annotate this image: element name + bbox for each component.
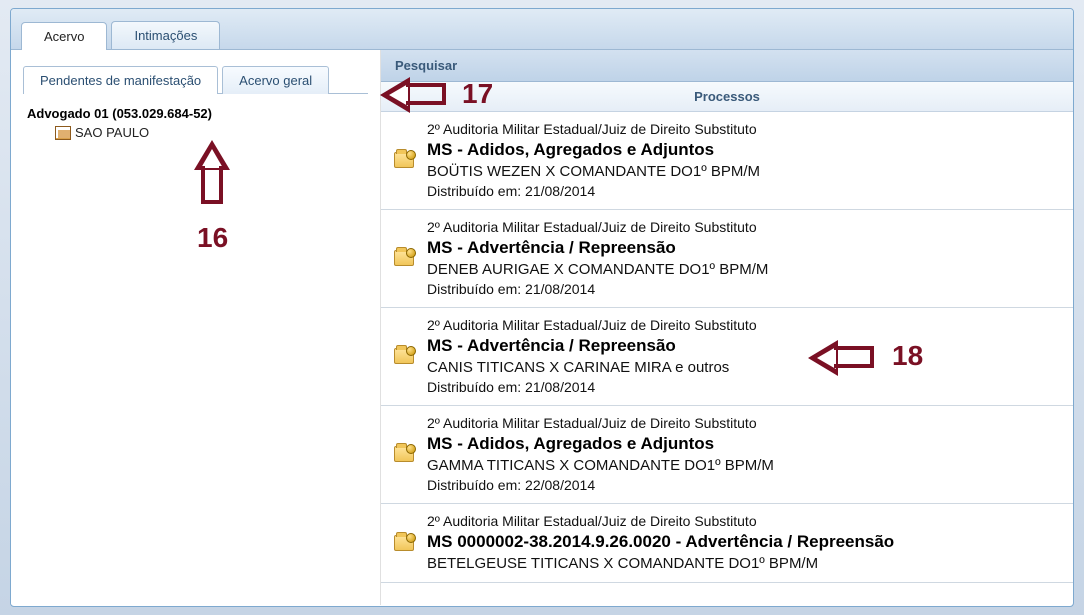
folder-icon [394,348,414,364]
table-row[interactable]: 2º Auditoria Militar Estadual/Juiz de Di… [381,406,1073,504]
row-audit: 2º Auditoria Militar Estadual/Juiz de Di… [427,120,1063,139]
tree-root-label: Advogado 01 (053.029.684-52) [27,106,212,121]
row-title: MS 0000002-38.2014.9.26.0020 - Advertênc… [427,531,1063,554]
row-icon-cell [391,414,417,495]
row-dist: Distribuído em: 22/08/2014 [427,476,1063,495]
tree-child-saopaulo[interactable]: SAO PAULO [27,123,364,142]
row-title: MS - Advertência / Repreensão [427,237,1063,260]
row-icon-cell [391,218,417,299]
annotation-label-18: 18 [892,340,923,372]
process-rows: 2º Auditoria Militar Estadual/Juiz de Di… [381,112,1073,605]
folder-icon [394,535,414,551]
row-text: 2º Auditoria Militar Estadual/Juiz de Di… [427,316,1063,397]
right-pane: Pesquisar Processos 2º Auditoria Militar… [381,50,1073,605]
subtab-pendentes-label: Pendentes de manifestação [40,73,201,88]
table-row[interactable]: 2º Auditoria Militar Estadual/Juiz de Di… [381,308,1073,406]
row-audit: 2º Auditoria Militar Estadual/Juiz de Di… [427,414,1063,433]
subtab-pendentes[interactable]: Pendentes de manifestação [23,66,218,94]
folder-icon [394,250,414,266]
row-parties: DENEB AURIGAE X COMANDANTE DO1º BPM/M [427,260,1063,280]
nav-tree: Advogado 01 (053.029.684-52) SAO PAULO [23,94,368,152]
row-parties: BOÜTIS WEZEN X COMANDANTE DO1º BPM/M [427,162,1063,182]
row-audit: 2º Auditoria Militar Estadual/Juiz de Di… [427,218,1063,237]
folder-icon [394,446,414,462]
tab-intimacoes[interactable]: Intimações [111,21,220,49]
row-parties: GAMMA TITICANS X COMANDANTE DO1º BPM/M [427,456,1063,476]
row-title: MS - Adidos, Agregados e Adjuntos [427,139,1063,162]
row-icon-cell [391,512,417,574]
sub-tab-bar: Pendentes de manifestação Acervo geral [23,65,368,94]
building-icon [55,126,71,140]
row-icon-cell [391,316,417,397]
row-text: 2º Auditoria Militar Estadual/Juiz de Di… [427,512,1063,574]
tab-acervo[interactable]: Acervo [21,22,107,50]
tree-root-advogado[interactable]: Advogado 01 (053.029.684-52) [27,104,364,123]
row-text: 2º Auditoria Militar Estadual/Juiz de Di… [427,414,1063,495]
tree-child-label: SAO PAULO [75,125,149,140]
table-row[interactable]: 2º Auditoria Militar Estadual/Juiz de Di… [381,210,1073,308]
tab-acervo-label: Acervo [44,29,84,44]
row-text: 2º Auditoria Militar Estadual/Juiz de Di… [427,218,1063,299]
table-row[interactable]: 2º Auditoria Militar Estadual/Juiz de Di… [381,112,1073,210]
primary-tab-bar: Acervo Intimações [11,9,1073,50]
app-body: Pendentes de manifestação Acervo geral A… [11,50,1073,605]
row-text: 2º Auditoria Militar Estadual/Juiz de Di… [427,120,1063,201]
search-label: Pesquisar [395,58,457,73]
row-dist: Distribuído em: 21/08/2014 [427,280,1063,299]
left-pane: Pendentes de manifestação Acervo geral A… [11,50,381,605]
row-parties: BETELGEUSE TITICANS X COMANDANTE DO1º BP… [427,554,1063,574]
subtab-acervo-geral[interactable]: Acervo geral [222,66,329,94]
row-audit: 2º Auditoria Militar Estadual/Juiz de Di… [427,316,1063,335]
row-title: MS - Adidos, Agregados e Adjuntos [427,433,1063,456]
table-row[interactable]: 2º Auditoria Militar Estadual/Juiz de Di… [381,504,1073,583]
subtab-acervo-geral-label: Acervo geral [239,73,312,88]
row-audit: 2º Auditoria Militar Estadual/Juiz de Di… [427,512,1063,531]
annotation-label-17: 17 [462,78,493,110]
row-title: MS - Advertência / Repreensão [427,335,1063,358]
tab-intimacoes-label: Intimações [134,28,197,43]
row-dist: Distribuído em: 21/08/2014 [427,182,1063,201]
row-parties: CANIS TITICANS X CARINAE MIRA e outros [427,358,1063,378]
app-window: Acervo Intimações Pendentes de manifesta… [10,8,1074,607]
row-icon-cell [391,120,417,201]
row-dist: Distribuído em: 21/08/2014 [427,378,1063,397]
annotation-label-16: 16 [197,222,228,254]
column-header-label: Processos [694,89,760,104]
folder-icon [394,152,414,168]
